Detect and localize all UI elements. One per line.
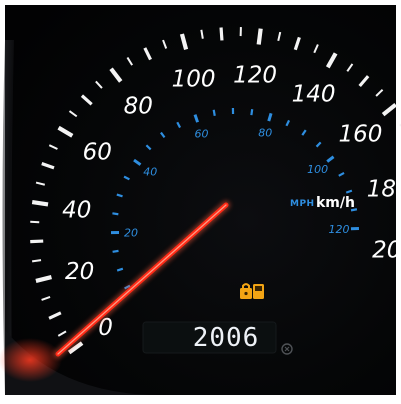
kmh-label: 40 (62, 198, 91, 224)
mph-label: 100 (307, 163, 328, 176)
mph-tick (214, 110, 215, 116)
kmh-tick (32, 260, 41, 261)
mph-tick (113, 251, 119, 252)
kmh-tick (221, 27, 222, 40)
kmh-label: 20 (65, 259, 94, 285)
needle-base-glow (0, 338, 62, 382)
mph-label: 120 (328, 223, 349, 236)
mph-tick (251, 109, 252, 115)
kmh-label: 160 (338, 122, 382, 148)
mph-label: 20 (124, 226, 138, 239)
kmh-label: 140 (292, 82, 336, 108)
kmh-label: 80 (124, 94, 153, 120)
kmh-tick (32, 202, 48, 204)
mph-label: 60 (194, 128, 208, 141)
mph-label: 40 (143, 166, 157, 179)
kmh-tick (259, 29, 261, 45)
kmh-label: 120 (233, 62, 277, 88)
speedometer-photo: 020406080100120140160180200 204060801001… (0, 0, 401, 400)
mph-label: 80 (258, 126, 272, 139)
mph-unit-label: MPH (290, 199, 315, 209)
kmh-label: 180 (367, 176, 401, 202)
kmh-unit-label: km/h (316, 195, 355, 211)
speedometer-gauge: 020406080100120140160180200 204060801001… (0, 0, 401, 400)
odometer-reading: 2006 (193, 323, 260, 353)
kmh-tick (30, 241, 43, 242)
mph-tick (112, 213, 118, 214)
kmh-label: 100 (172, 66, 216, 92)
kmh-label: 60 (83, 140, 112, 166)
kmh-label: 200 (372, 238, 401, 264)
